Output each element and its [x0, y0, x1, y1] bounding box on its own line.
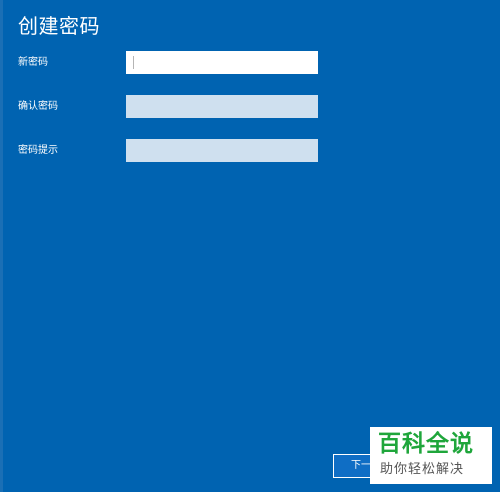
new-password-label: 新密码 [18, 57, 48, 68]
create-password-window: 创建密码 新密码 确认密码 密码提示 下一步 百科全说 助你轻松解决 [0, 0, 500, 492]
new-password-input[interactable] [126, 51, 318, 74]
password-hint-row: 密码提示 [0, 139, 500, 163]
page-title: 创建密码 [18, 14, 100, 38]
watermark-title: 百科全说 [378, 431, 474, 457]
confirm-password-label: 确认密码 [18, 101, 58, 112]
password-hint-input[interactable] [126, 139, 318, 162]
new-password-row: 新密码 [0, 51, 500, 75]
watermark-subtitle: 助你轻松解决 [380, 462, 465, 477]
text-caret [133, 56, 134, 69]
watermark-logo: 百科全说 助你轻松解决 [370, 427, 492, 484]
password-hint-label: 密码提示 [18, 145, 58, 156]
confirm-password-row: 确认密码 [0, 95, 500, 119]
confirm-password-input[interactable] [126, 95, 318, 118]
